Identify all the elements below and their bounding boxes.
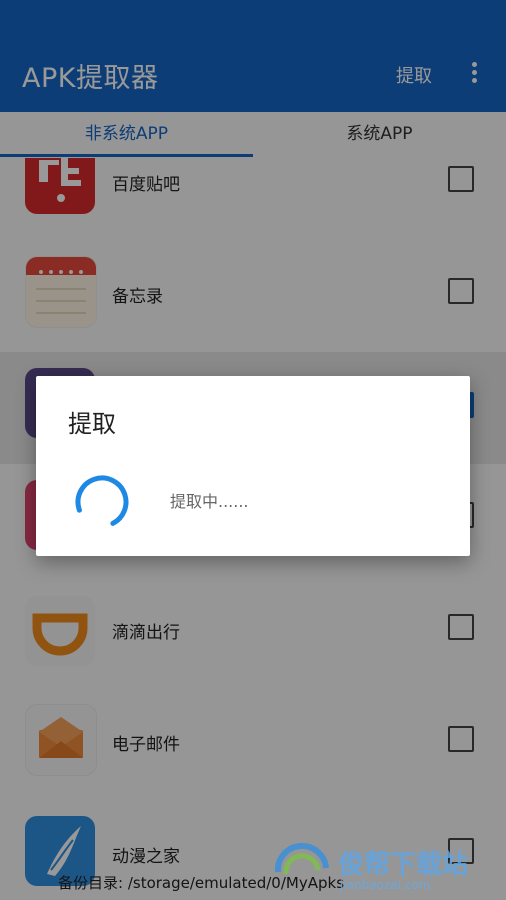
loading-spinner-icon [75, 475, 129, 529]
watermark-text: 俊帮下载站 [338, 850, 469, 880]
screen: APK提取器 提取 非系统APP 系统APP 百度贴吧 备忘录 滴滴出行 电子邮… [0, 0, 506, 900]
dialog-message: 提取中...... [170, 492, 249, 511]
watermark-url: jianbaozai.com [340, 878, 431, 892]
progress-dialog: 提取 提取中...... [36, 376, 470, 556]
watermark: 俊帮下载站 jianbaozai.com [270, 838, 500, 900]
dialog-title: 提取 [68, 410, 116, 438]
watermark-logo-icon [274, 842, 329, 875]
